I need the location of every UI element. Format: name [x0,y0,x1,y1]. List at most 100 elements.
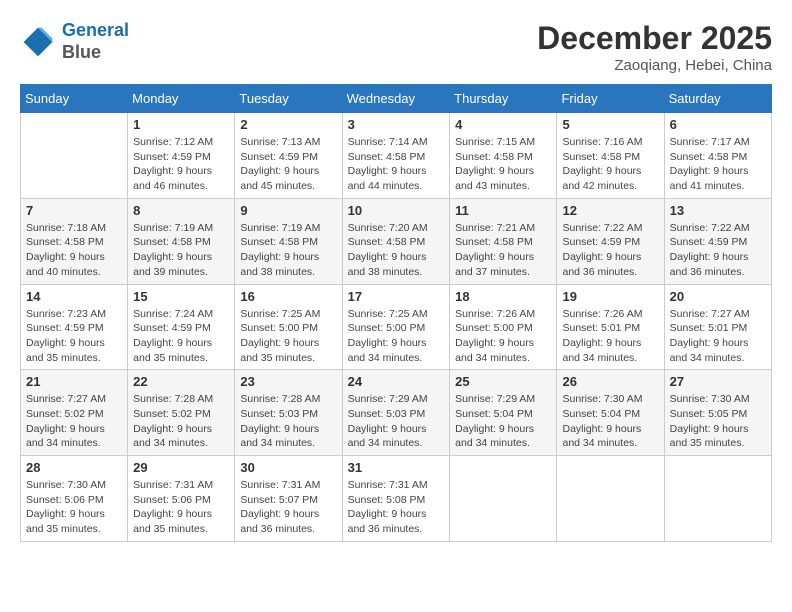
day-number: 11 [455,203,551,218]
table-row: 16Sunrise: 7:25 AMSunset: 5:00 PMDayligh… [235,284,342,370]
day-number: 12 [562,203,658,218]
table-row [557,456,664,542]
table-row: 4 Sunrise: 7:15 AMSunset: 4:58 PMDaylight… [450,113,557,199]
day-number: 24 [348,374,445,389]
table-row: 3 Sunrise: 7:14 AMSunset: 4:58 PMDaylight… [342,113,450,199]
table-row: 31 Sunrise: 7:31 AMSunset: 5:08 PMDayligh… [342,456,450,542]
table-row: 29Sunrise: 7:31 AMSunset: 5:06 PMDayligh… [128,456,235,542]
day-info: Sunrise: 7:30 AMSunset: 5:05 PMDaylight:… [670,392,766,451]
page-header: GeneralBlue December 2025 Zaoqiang, Hebe… [20,20,772,74]
table-row: 15 Sunrise: 7:24 AMSunset: 4:59 PMDayligh… [128,284,235,370]
day-info: Sunrise: 7:22 AMSunset: 4:59 PMDaylight:… [670,221,766,280]
table-row: 24 Sunrise: 7:29 AMSunset: 5:03 PMDayligh… [342,370,450,456]
day-info: Sunrise: 7:25 AMSunset: 5:00 PMDaylight:… [240,307,336,366]
day-number: 30 [240,460,336,475]
day-number: 20 [670,289,766,304]
day-info: Sunrise: 7:17 AMSunset: 4:58 PMDaylight:… [670,135,766,194]
day-number: 31 [348,460,445,475]
col-header-saturday: Saturday [664,85,771,113]
table-row: 20 Sunrise: 7:27 AMSunset: 5:01 PMDayligh… [664,284,771,370]
day-number: 6 [670,117,766,132]
table-row: 21 Sunrise: 7:27 AMSunset: 5:02 PMDayligh… [21,370,128,456]
col-header-wednesday: Wednesday [342,85,450,113]
table-row [450,456,557,542]
day-info: Sunrise: 7:15 AMSunset: 4:58 PMDaylight:… [455,135,551,194]
day-info: Sunrise: 7:27 AMSunset: 5:01 PMDaylight:… [670,307,766,366]
day-info: Sunrise: 7:22 AMSunset: 4:59 PMDaylight:… [562,221,658,280]
col-header-thursday: Thursday [450,85,557,113]
day-info: Sunrise: 7:19 AMSunset: 4:58 PMDaylight:… [133,221,229,280]
table-row: 26 Sunrise: 7:30 AMSunset: 5:04 PMDayligh… [557,370,664,456]
day-number: 1 [133,117,229,132]
day-number: 15 [133,289,229,304]
col-header-friday: Friday [557,85,664,113]
day-number: 28 [26,460,122,475]
table-row: 5 Sunrise: 7:16 AMSunset: 4:58 PMDaylight… [557,113,664,199]
day-number: 2 [240,117,336,132]
day-info: Sunrise: 7:12 AMSunset: 4:59 PMDaylight:… [133,135,229,194]
day-info: Sunrise: 7:31 AMSunset: 5:08 PMDaylight:… [348,478,445,537]
table-row: 6 Sunrise: 7:17 AMSunset: 4:58 PMDaylight… [664,113,771,199]
day-number: 9 [240,203,336,218]
day-number: 22 [133,374,229,389]
day-info: Sunrise: 7:26 AMSunset: 5:00 PMDaylight:… [455,307,551,366]
day-info: Sunrise: 7:30 AMSunset: 5:06 PMDaylight:… [26,478,122,537]
table-row: 27 Sunrise: 7:30 AMSunset: 5:05 PMDayligh… [664,370,771,456]
col-header-sunday: Sunday [21,85,128,113]
table-row: 14Sunrise: 7:23 AMSunset: 4:59 PMDayligh… [21,284,128,370]
table-row: 1 Sunrise: 7:12 AMSunset: 4:59 PMDaylight… [128,113,235,199]
day-info: Sunrise: 7:28 AMSunset: 5:02 PMDaylight:… [133,392,229,451]
col-header-tuesday: Tuesday [235,85,342,113]
day-info: Sunrise: 7:31 AMSunset: 5:07 PMDaylight:… [240,478,336,537]
table-row: 30 Sunrise: 7:31 AMSunset: 5:07 PMDayligh… [235,456,342,542]
day-info: Sunrise: 7:18 AMSunset: 4:58 PMDaylight:… [26,221,122,280]
month-title: December 2025 [537,20,772,57]
day-number: 4 [455,117,551,132]
day-info: Sunrise: 7:21 AMSunset: 4:58 PMDaylight:… [455,221,551,280]
logo-text: GeneralBlue [62,20,129,63]
day-info: Sunrise: 7:26 AMSunset: 5:01 PMDaylight:… [562,307,658,366]
table-row: 7Sunrise: 7:18 AMSunset: 4:58 PMDaylight… [21,198,128,284]
table-row: 23 Sunrise: 7:28 AMSunset: 5:03 PMDayligh… [235,370,342,456]
logo-icon [20,24,56,60]
table-row: 13Sunrise: 7:22 AMSunset: 4:59 PMDayligh… [664,198,771,284]
day-number: 27 [670,374,766,389]
table-row: 10Sunrise: 7:20 AMSunset: 4:58 PMDayligh… [342,198,450,284]
day-info: Sunrise: 7:19 AMSunset: 4:58 PMDaylight:… [240,221,336,280]
col-header-monday: Monday [128,85,235,113]
table-row: 22 Sunrise: 7:28 AMSunset: 5:02 PMDayligh… [128,370,235,456]
day-number: 25 [455,374,551,389]
day-number: 10 [348,203,445,218]
day-info: Sunrise: 7:27 AMSunset: 5:02 PMDaylight:… [26,392,122,451]
table-row: 28 Sunrise: 7:30 AMSunset: 5:06 PMDayligh… [21,456,128,542]
title-block: December 2025 Zaoqiang, Hebei, China [537,20,772,74]
day-info: Sunrise: 7:31 AMSunset: 5:06 PMDaylight:… [133,478,229,537]
location-subtitle: Zaoqiang, Hebei, China [537,57,772,74]
table-row: 25 Sunrise: 7:29 AMSunset: 5:04 PMDayligh… [450,370,557,456]
table-row: 8Sunrise: 7:19 AMSunset: 4:58 PMDaylight… [128,198,235,284]
day-info: Sunrise: 7:24 AMSunset: 4:59 PMDaylight:… [133,307,229,366]
table-row: 12 Sunrise: 7:22 AMSunset: 4:59 PMDayligh… [557,198,664,284]
day-number: 5 [562,117,658,132]
day-info: Sunrise: 7:30 AMSunset: 5:04 PMDaylight:… [562,392,658,451]
day-info: Sunrise: 7:14 AMSunset: 4:58 PMDaylight:… [348,135,445,194]
day-info: Sunrise: 7:29 AMSunset: 5:03 PMDaylight:… [348,392,445,451]
logo: GeneralBlue [20,20,129,63]
day-number: 23 [240,374,336,389]
day-number: 17 [348,289,445,304]
table-row: 11 Sunrise: 7:21 AMSunset: 4:58 PMDayligh… [450,198,557,284]
table-row [664,456,771,542]
day-number: 3 [348,117,445,132]
table-row: 2 Sunrise: 7:13 AMSunset: 4:59 PMDaylight… [235,113,342,199]
day-info: Sunrise: 7:13 AMSunset: 4:59 PMDaylight:… [240,135,336,194]
calendar-table: SundayMondayTuesdayWednesdayThursdayFrid… [20,84,772,542]
table-row: 19Sunrise: 7:26 AMSunset: 5:01 PMDayligh… [557,284,664,370]
day-info: Sunrise: 7:29 AMSunset: 5:04 PMDaylight:… [455,392,551,451]
day-info: Sunrise: 7:16 AMSunset: 4:58 PMDaylight:… [562,135,658,194]
table-row: 18Sunrise: 7:26 AMSunset: 5:00 PMDayligh… [450,284,557,370]
table-row: 17 Sunrise: 7:25 AMSunset: 5:00 PMDayligh… [342,284,450,370]
day-number: 21 [26,374,122,389]
day-info: Sunrise: 7:25 AMSunset: 5:00 PMDaylight:… [348,307,445,366]
day-number: 26 [562,374,658,389]
day-info: Sunrise: 7:28 AMSunset: 5:03 PMDaylight:… [240,392,336,451]
